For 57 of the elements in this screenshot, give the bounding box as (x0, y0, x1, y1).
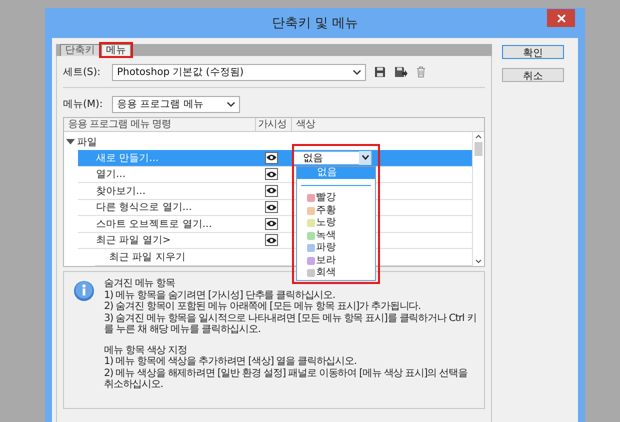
tab[interactable]: 단축키 (60, 44, 100, 56)
scrollbar[interactable] (472, 132, 484, 266)
command-label: 스마트 오브젝트로 열기... (95, 218, 213, 231)
chevron-down-icon (227, 102, 235, 106)
eye-icon[interactable] (264, 201, 278, 214)
info-text: 1) 메뉴 항목에 색상을 추가하려면 [색상] 열을 클릭하십시오. (104, 356, 358, 368)
menu-row[interactable]: 최근 파일 지우기 (95, 249, 289, 264)
dialog-button[interactable]: 확인 (502, 45, 564, 59)
color-option[interactable]: 주황 (297, 204, 375, 217)
command-label: 최근 파일 열기> (95, 234, 172, 248)
column-header[interactable]: 색상 (292, 118, 484, 131)
menu-row[interactable]: 다른 형식으로 열기... (78, 200, 289, 215)
eye-icon[interactable] (264, 168, 278, 180)
color-option[interactable]: 빨강 (297, 192, 375, 204)
eye-icon[interactable] (264, 218, 278, 230)
color-option[interactable]: 회색 (297, 267, 375, 280)
menu-row[interactable]: 열기... (78, 166, 289, 182)
close-icon (556, 14, 566, 22)
chevron-down-icon (362, 155, 368, 160)
window-title: 단축키 및 메뉴 (272, 15, 358, 32)
menu-group[interactable]: 파일 (77, 135, 97, 149)
eye-icon[interactable] (264, 184, 278, 197)
column-header[interactable]: 가시성 (256, 118, 292, 131)
color-dropdown[interactable]: 없음 (292, 150, 372, 165)
info-heading: 메뉴 항목 색상 지정 (104, 344, 188, 356)
menu-dropdown[interactable]: 응용 프로그램 메뉴 (112, 96, 240, 112)
info-heading: 숨겨진 메뉴 항목 (104, 278, 176, 290)
expand-toggle[interactable] (64, 139, 77, 145)
command-label: 새로 만들기... (95, 152, 160, 165)
save-as-icon[interactable] (394, 66, 408, 78)
color-option[interactable]: 노랑 (297, 217, 375, 230)
command-label: 찾아보기... (95, 184, 147, 198)
menu-row[interactable]: 스마트 오브젝트로 열기... (78, 216, 289, 232)
info-text: 1) 메뉴 항목을 숨기려면 [가시성] 단추를 클릭하십시오. (104, 290, 336, 301)
info-text: 2) 숨겨진 항목이 포함된 메뉴 아래쪽에 [모든 메뉴 항목 표시]가 추가됩니다. (104, 301, 422, 312)
eye-icon[interactable] (264, 152, 278, 164)
color-option[interactable]: 녹색 (297, 230, 375, 242)
set-label: 세트(S): (63, 66, 102, 79)
chevron-down-icon (353, 70, 361, 74)
info-text: 2) 메뉴 색상을 해제하려면 [일반 환경 설정] 패널로 이동하여 [메뉴 색상 표시]의 선택을 취소하십시오. (104, 368, 468, 390)
menu-label: 메뉴(M): (63, 98, 104, 111)
command-label: 최근 파일 지우기 (108, 250, 186, 264)
column-header[interactable]: 응용 프로그램 메뉴 명령 (64, 118, 256, 131)
dialog-button[interactable]: 취소 (502, 68, 564, 82)
info-icon (72, 280, 96, 304)
menu-row[interactable]: 최근 파일 열기> (78, 232, 289, 248)
command-label: 다른 형식으로 열기... (95, 201, 193, 214)
command-label: 열기... (95, 168, 127, 182)
menu-row[interactable]: 찾아보기... (78, 183, 289, 198)
color-option[interactable]: 파랑 (297, 242, 375, 254)
info-text: 3) 숨겨진 메뉴 항목을 일시적으로 나타내려면 [모든 메뉴 항목 표시]를 클릭하거나 Ctrl 키를 누른 채 해당 메뉴를 클릭하십시오. (104, 312, 478, 336)
save-icon[interactable] (374, 66, 386, 78)
set-dropdown[interactable]: Photoshop 기본값 (수정됨) (112, 64, 366, 80)
tab[interactable]: 메뉴 (101, 44, 131, 56)
close-button[interactable] (547, 9, 575, 27)
color-option[interactable]: 보라 (297, 254, 375, 267)
eye-icon[interactable] (264, 234, 278, 246)
